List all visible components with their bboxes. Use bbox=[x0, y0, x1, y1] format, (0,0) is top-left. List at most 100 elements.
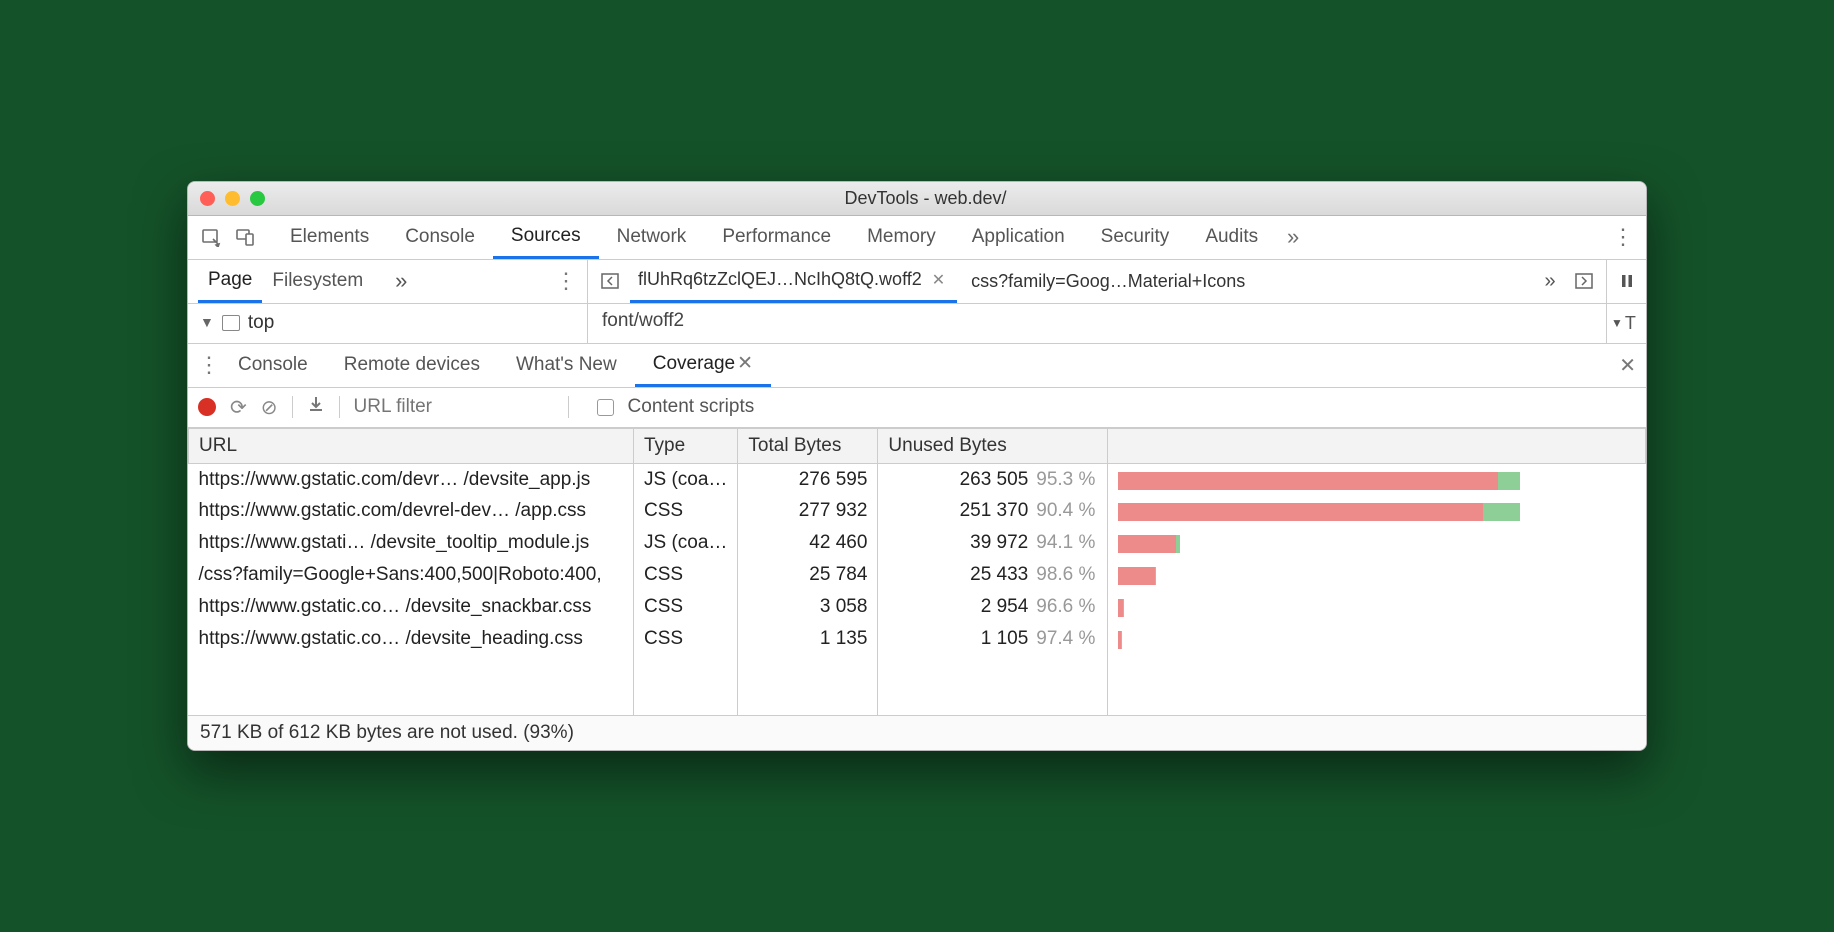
close-icon[interactable] bbox=[200, 191, 215, 206]
close-icon[interactable]: ✕ bbox=[737, 352, 753, 375]
frame-icon bbox=[222, 315, 240, 331]
cell-unused: 25 43398.6 % bbox=[878, 559, 1108, 591]
cell-url: https://www.gstatic.com/devrel-dev… /app… bbox=[189, 495, 634, 527]
cell-unused: 39 97294.1 % bbox=[878, 527, 1108, 559]
cell-type: CSS bbox=[634, 559, 738, 591]
tab-audits[interactable]: Audits bbox=[1187, 216, 1276, 259]
col-viz bbox=[1108, 428, 1646, 463]
col-total[interactable]: Total Bytes bbox=[738, 428, 878, 463]
navigator-tab-filesystem[interactable]: Filesystem bbox=[262, 260, 373, 303]
cell-type: CSS bbox=[634, 495, 738, 527]
cell-viz bbox=[1108, 591, 1646, 623]
devtools-window: DevTools - web.dev/ ElementsConsoleSourc… bbox=[187, 181, 1647, 752]
tab-elements[interactable]: Elements bbox=[272, 216, 387, 259]
cell-viz bbox=[1108, 623, 1646, 655]
overflow-tabs-icon[interactable]: » bbox=[1276, 220, 1310, 254]
pause-icon[interactable] bbox=[1606, 260, 1646, 303]
table-row[interactable]: https://www.gstati… /devsite_tooltip_mod… bbox=[189, 527, 1646, 559]
tab-memory[interactable]: Memory bbox=[849, 216, 954, 259]
coverage-toolbar: ⟳ ⊘ Content scripts bbox=[188, 388, 1646, 428]
cell-total: 276 595 bbox=[738, 463, 878, 495]
file-tree: ▼ top bbox=[188, 304, 588, 343]
cell-total: 42 460 bbox=[738, 527, 878, 559]
clear-icon[interactable]: ⊘ bbox=[261, 395, 278, 420]
table-row[interactable]: /css?family=Google+Sans:400,500|Roboto:4… bbox=[189, 559, 1646, 591]
tab-sources[interactable]: Sources bbox=[493, 216, 599, 259]
tab-application[interactable]: Application bbox=[954, 216, 1083, 259]
tab-security[interactable]: Security bbox=[1083, 216, 1188, 259]
url-filter-input[interactable] bbox=[354, 396, 554, 418]
more-menu-icon[interactable]: ⋮ bbox=[1606, 220, 1640, 254]
file-tab-label: css?family=Goog…Material+Icons bbox=[971, 271, 1245, 292]
secondary-row: PageFilesystem » ⋮ flUhRq6tzZclQEJ…NcIhQ… bbox=[188, 260, 1646, 304]
cell-total: 1 135 bbox=[738, 623, 878, 655]
titlebar: DevTools - web.dev/ bbox=[188, 182, 1646, 216]
file-tab-css[interactable]: css?family=Goog…Material+Icons bbox=[963, 260, 1257, 303]
disclosure-triangle-icon[interactable]: ▼ bbox=[200, 314, 214, 330]
drawer-tab-what-s-new[interactable]: What's New bbox=[498, 344, 635, 387]
inspect-icon[interactable] bbox=[194, 220, 228, 254]
tab-network[interactable]: Network bbox=[599, 216, 705, 259]
cell-unused: 263 50595.3 % bbox=[878, 463, 1108, 495]
cell-type: JS (coa… bbox=[634, 463, 738, 495]
right-panel-toggle[interactable]: ▼T bbox=[1606, 304, 1646, 343]
cell-viz bbox=[1108, 559, 1646, 591]
file-tab-woff2[interactable]: flUhRq6tzZclQEJ…NcIhQ8tQ.woff2 ✕ bbox=[630, 260, 957, 303]
cell-type: CSS bbox=[634, 591, 738, 623]
table-row[interactable]: https://www.gstatic.co… /devsite_heading… bbox=[189, 623, 1646, 655]
col-url[interactable]: URL bbox=[189, 428, 634, 463]
editor-tabs: flUhRq6tzZclQEJ…NcIhQ8tQ.woff2 ✕ css?fam… bbox=[588, 260, 1606, 303]
zoom-icon[interactable] bbox=[250, 191, 265, 206]
table-row[interactable]: https://www.gstatic.com/devrel-dev… /app… bbox=[189, 495, 1646, 527]
tab-performance[interactable]: Performance bbox=[704, 216, 849, 259]
table-row[interactable]: https://www.gstatic.com/devr… /devsite_a… bbox=[189, 463, 1646, 495]
navigator-overflow-icon[interactable]: » bbox=[395, 268, 407, 294]
cell-viz bbox=[1108, 495, 1646, 527]
cell-url: /css?family=Google+Sans:400,500|Roboto:4… bbox=[189, 559, 634, 591]
drawer-tab-coverage[interactable]: Coverage ✕ bbox=[635, 344, 771, 387]
mime-label: font/woff2 bbox=[602, 310, 684, 331]
right-panel-label: T bbox=[1625, 313, 1636, 334]
export-icon[interactable] bbox=[307, 395, 325, 419]
reload-icon[interactable]: ⟳ bbox=[230, 395, 247, 420]
navigator-tabs: PageFilesystem » ⋮ bbox=[188, 260, 588, 303]
traffic-lights bbox=[188, 191, 265, 206]
device-toggle-icon[interactable] bbox=[228, 220, 262, 254]
overflow-files-icon[interactable]: » bbox=[1536, 270, 1564, 293]
navigator-tab-page[interactable]: Page bbox=[198, 260, 262, 303]
cell-url: https://www.gstatic.co… /devsite_snackba… bbox=[189, 591, 634, 623]
window-title: DevTools - web.dev/ bbox=[265, 188, 1646, 209]
content-row: ▼ top font/woff2 ▼T bbox=[188, 304, 1646, 344]
content-scripts-checkbox[interactable] bbox=[597, 399, 614, 416]
cell-viz bbox=[1108, 527, 1646, 559]
prev-file-icon[interactable] bbox=[596, 272, 624, 290]
table-row[interactable]: https://www.gstatic.co… /devsite_snackba… bbox=[189, 591, 1646, 623]
cell-total: 25 784 bbox=[738, 559, 878, 591]
tab-console[interactable]: Console bbox=[387, 216, 493, 259]
file-tab-label: flUhRq6tzZclQEJ…NcIhQ8tQ.woff2 bbox=[638, 269, 922, 290]
file-viewer: font/woff2 bbox=[588, 304, 1606, 343]
tree-top-label[interactable]: top bbox=[248, 312, 274, 334]
coverage-table: URL Type Total Bytes Unused Bytes https:… bbox=[188, 428, 1646, 716]
col-unused[interactable]: Unused Bytes bbox=[878, 428, 1108, 463]
drawer-menu-icon[interactable]: ⋮ bbox=[198, 352, 220, 378]
cell-unused: 1 10597.4 % bbox=[878, 623, 1108, 655]
drawer-close-icon[interactable]: ✕ bbox=[1619, 353, 1636, 378]
cell-unused: 2 95496.6 % bbox=[878, 591, 1108, 623]
navigator-menu-icon[interactable]: ⋮ bbox=[555, 268, 577, 294]
cell-type: JS (coa… bbox=[634, 527, 738, 559]
cell-url: https://www.gstatic.com/devr… /devsite_a… bbox=[189, 463, 634, 495]
close-icon[interactable]: ✕ bbox=[932, 270, 945, 290]
col-type[interactable]: Type bbox=[634, 428, 738, 463]
next-file-icon[interactable] bbox=[1570, 272, 1598, 290]
record-icon[interactable] bbox=[198, 398, 216, 416]
coverage-summary: 571 KB of 612 KB bytes are not used. (93… bbox=[188, 715, 1646, 750]
minimize-icon[interactable] bbox=[225, 191, 240, 206]
table-header-row: URL Type Total Bytes Unused Bytes bbox=[189, 428, 1646, 463]
drawer-tab-console[interactable]: Console bbox=[220, 344, 326, 387]
cell-viz bbox=[1108, 463, 1646, 495]
drawer-tab-remote-devices[interactable]: Remote devices bbox=[326, 344, 498, 387]
cell-unused: 251 37090.4 % bbox=[878, 495, 1108, 527]
cell-url: https://www.gstatic.co… /devsite_heading… bbox=[189, 623, 634, 655]
drawer-tabstrip: ⋮ ConsoleRemote devicesWhat's NewCoverag… bbox=[188, 344, 1646, 388]
